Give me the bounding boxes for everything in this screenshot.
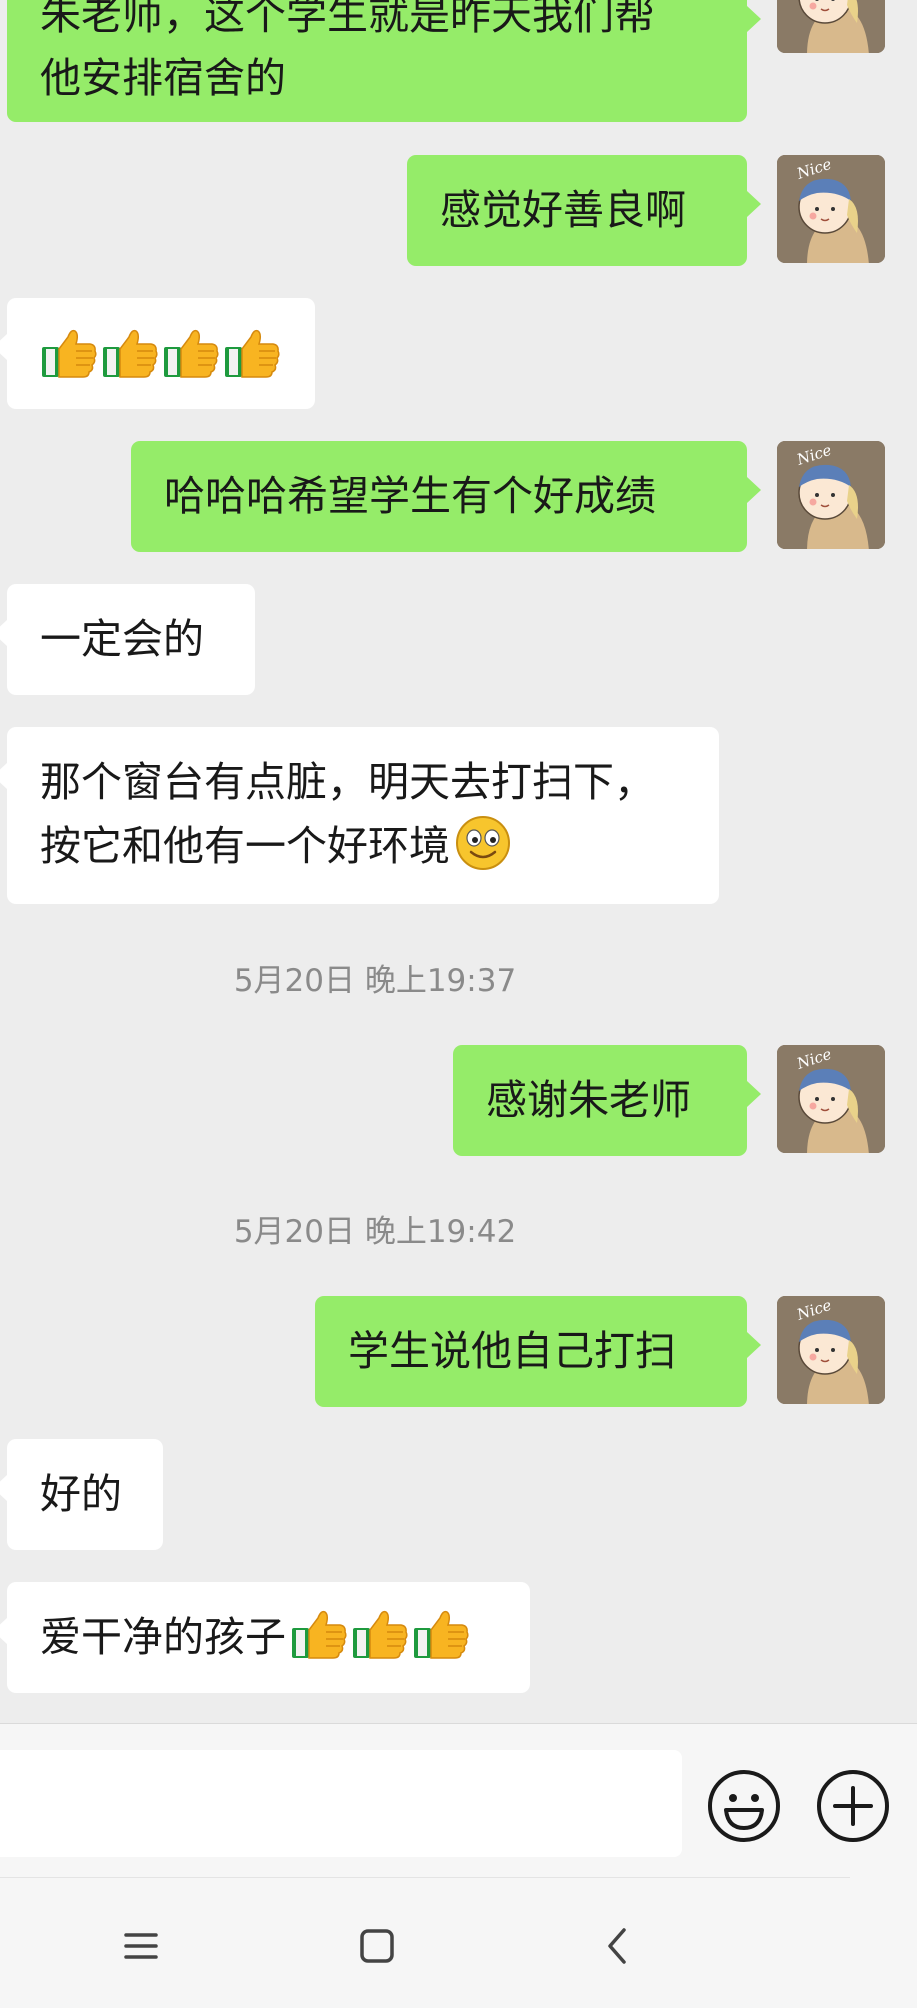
avatar-image xyxy=(777,155,885,263)
avatar-image xyxy=(777,441,885,549)
thumbs-up-icon xyxy=(162,325,220,379)
back-icon[interactable] xyxy=(588,1916,648,1976)
message-text: 他安排宿舍的 xyxy=(40,54,286,102)
avatar-image xyxy=(777,1296,885,1404)
message-text: 朱老师，这个学生就是昨天我们帮 xyxy=(40,0,655,39)
message-text: 爱干净的孩子 xyxy=(40,1613,286,1661)
avatar[interactable] xyxy=(777,441,885,549)
thumbs-up-icon xyxy=(412,1606,470,1660)
emoji-icon[interactable] xyxy=(706,1768,782,1844)
input-bar xyxy=(0,1723,917,1879)
chat-area[interactable]: 朱老师，这个学生就是昨天我们帮 他安排宿舍的 感觉好善良啊 哈哈哈希望学生有个好… xyxy=(0,0,917,1723)
timestamp: 5月20日 晚上19:37 xyxy=(233,963,517,999)
message-text: 感觉好善良啊 xyxy=(440,186,686,234)
avatar[interactable] xyxy=(777,155,885,263)
message-text: 那个窗台有点脏，明天去打扫下， xyxy=(40,758,655,806)
message-text: 哈哈哈希望学生有个好成绩 xyxy=(164,472,656,520)
message-bubble-sent[interactable]: 感谢朱老师 xyxy=(453,1045,761,1156)
message-bubble-received[interactable]: 好的 xyxy=(0,1439,163,1550)
message-bubble-received[interactable]: 爱干净的孩子 xyxy=(0,1582,530,1693)
message-bubble-sent[interactable]: 朱老师，这个学生就是昨天我们帮 他安排宿舍的 xyxy=(7,0,761,122)
avatar-image xyxy=(777,0,885,53)
message-text: 学生说他自己打扫 xyxy=(348,1327,676,1375)
avatar-image xyxy=(777,1045,885,1153)
thumbs-up-icon xyxy=(40,325,98,379)
message-text: 一定会的 xyxy=(40,615,204,663)
message-bubble-received[interactable]: 一定会的 xyxy=(0,584,255,695)
message-bubble-sent[interactable]: 感觉好善良啊 xyxy=(407,155,761,266)
avatar[interactable] xyxy=(777,1045,885,1153)
message-bubble-sent[interactable]: 哈哈哈希望学生有个好成绩 xyxy=(131,441,761,552)
avatar[interactable] xyxy=(777,0,885,53)
message-input[interactable] xyxy=(0,1750,682,1857)
message-text: 好的 xyxy=(40,1470,122,1518)
message-bubble-sent[interactable]: 学生说他自己打扫 xyxy=(315,1296,761,1407)
thumbs-up-icon xyxy=(223,325,281,379)
plus-icon[interactable] xyxy=(815,1768,891,1844)
smiley-icon xyxy=(456,816,510,870)
message-text: 按它和他有一个好环境 xyxy=(40,822,450,870)
home-icon[interactable] xyxy=(347,1916,407,1976)
message-bubble-received[interactable] xyxy=(0,298,315,409)
system-nav-bar xyxy=(0,1878,917,2008)
message-text: 感谢朱老师 xyxy=(486,1076,691,1124)
timestamp: 5月20日 晚上19:42 xyxy=(233,1214,517,1250)
thumbs-up-icon xyxy=(351,1606,409,1660)
menu-icon[interactable] xyxy=(111,1916,171,1976)
thumbs-up-icon xyxy=(101,325,159,379)
message-bubble-received[interactable]: 那个窗台有点脏，明天去打扫下， 按它和他有一个好环境 xyxy=(0,727,719,904)
avatar[interactable] xyxy=(777,1296,885,1404)
thumbs-up-icon xyxy=(290,1606,348,1660)
